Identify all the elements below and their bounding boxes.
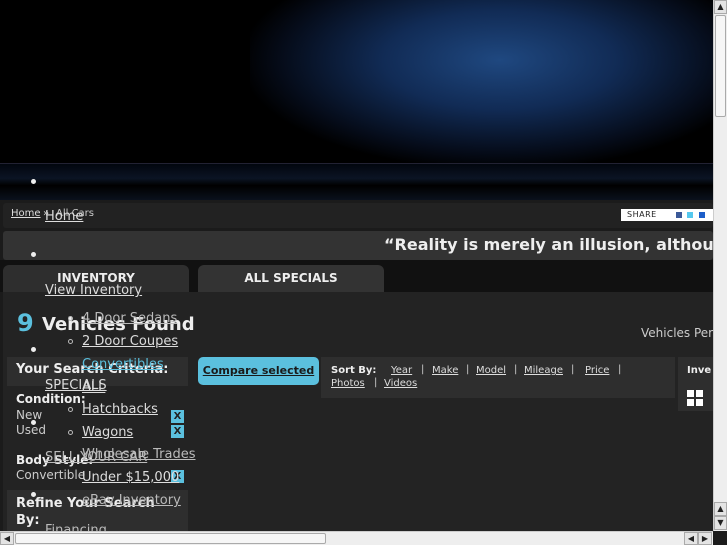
nav-home[interactable]: Home	[45, 209, 83, 224]
nav-bullet	[31, 347, 36, 352]
scroll-right-button[interactable]: ▶	[698, 532, 712, 545]
inventory-view-panel: Inve	[678, 357, 713, 411]
sort-separator: |	[374, 377, 378, 388]
condition-label: Condition:	[16, 392, 86, 406]
sort-label: Sort By:	[331, 365, 377, 376]
nav-sell-your-car[interactable]: SELL YOUR CAR	[45, 450, 147, 465]
remove-new-button[interactable]: X	[171, 410, 184, 423]
remove-used-button[interactable]: X	[171, 425, 184, 438]
sort-separator: |	[421, 364, 425, 375]
sort-separator: |	[618, 364, 622, 375]
sort-separator: |	[514, 364, 518, 375]
quote-text: “Reality is merely an illusion, althou	[384, 235, 714, 254]
nav-wagons[interactable]: Wagons	[82, 425, 133, 440]
body-style-convertible: Convertible	[16, 468, 86, 482]
nav-sub-bullet	[68, 316, 73, 321]
scroll-left-button-right[interactable]: ◀	[684, 532, 698, 545]
nav-convertibles[interactable]: Convertibles	[82, 357, 164, 372]
scroll-up-button-lower[interactable]: ▲	[714, 502, 727, 516]
nav-bullet	[31, 252, 36, 257]
nav-ebay-inventory[interactable]: eBay Inventory	[82, 493, 181, 508]
share-label: SHARE	[627, 210, 657, 219]
tab-all-specials[interactable]: ALL SPECIALS	[198, 265, 384, 293]
facebook-icon[interactable]	[676, 212, 682, 218]
grid-icon[interactable]	[687, 390, 703, 406]
sort-price[interactable]: Price	[585, 365, 609, 376]
nav-bullet	[31, 420, 36, 425]
header-banner	[0, 0, 713, 163]
sort-make[interactable]: Make	[432, 365, 458, 376]
per-page-label: Vehicles Per	[641, 326, 714, 340]
sort-photos[interactable]: Photos	[331, 378, 365, 389]
sort-bar: Sort By: Year | Make | Model | Mileage |…	[321, 357, 675, 398]
sort-model[interactable]: Model	[476, 365, 506, 376]
results-count: 9	[17, 309, 34, 337]
nav-sub-bullet	[68, 407, 73, 412]
nav-sub-bullet	[68, 339, 73, 344]
vertical-scroll-thumb[interactable]	[715, 15, 726, 117]
nav-all[interactable]: ALL	[82, 380, 105, 395]
sort-videos[interactable]: Videos	[384, 378, 417, 389]
myspace-icon[interactable]	[699, 212, 705, 218]
nav-bullet	[31, 179, 36, 184]
sort-separator: |	[466, 364, 470, 375]
breadcrumb-home[interactable]: Home	[11, 208, 41, 219]
nav-view-inventory[interactable]: View Inventory	[45, 283, 142, 298]
nav-hatchbacks[interactable]: Hatchbacks	[82, 402, 158, 417]
scroll-down-button[interactable]: ▼	[714, 516, 727, 530]
scroll-up-button[interactable]: ▲	[714, 0, 727, 14]
sort-year[interactable]: Year	[391, 365, 412, 376]
quote-banner: “Reality is merely an illusion, althou	[3, 231, 714, 260]
breadcrumb: Home » All Cars	[3, 203, 713, 228]
nav-under-15000[interactable]: Under $15,000	[82, 470, 179, 485]
horizontal-scrollbar[interactable]: ◀ ◀ ▶	[0, 531, 713, 545]
nav-bar	[0, 163, 713, 200]
scroll-left-button[interactable]: ◀	[0, 532, 14, 545]
vertical-scrollbar[interactable]: ▲ ▲ ▼	[713, 0, 727, 531]
condition-new: New	[16, 408, 43, 422]
sort-separator: |	[571, 364, 575, 375]
nav-4-door-sedans[interactable]: 4 Door Sedans	[82, 311, 177, 326]
compare-selected-button[interactable]: Compare selected	[198, 357, 319, 385]
nav-bullet	[31, 492, 36, 497]
share-widget[interactable]: SHARE	[621, 209, 713, 221]
condition-used: Used	[16, 423, 47, 437]
sort-mileage[interactable]: Mileage	[524, 365, 563, 376]
nav-sub-bullet	[68, 430, 73, 435]
horizontal-scroll-thumb[interactable]	[15, 533, 326, 544]
twitter-icon[interactable]	[687, 212, 693, 218]
nav-2-door-coupes[interactable]: 2 Door Coupes	[82, 334, 178, 349]
inventory-view-label: Inve	[687, 365, 712, 376]
